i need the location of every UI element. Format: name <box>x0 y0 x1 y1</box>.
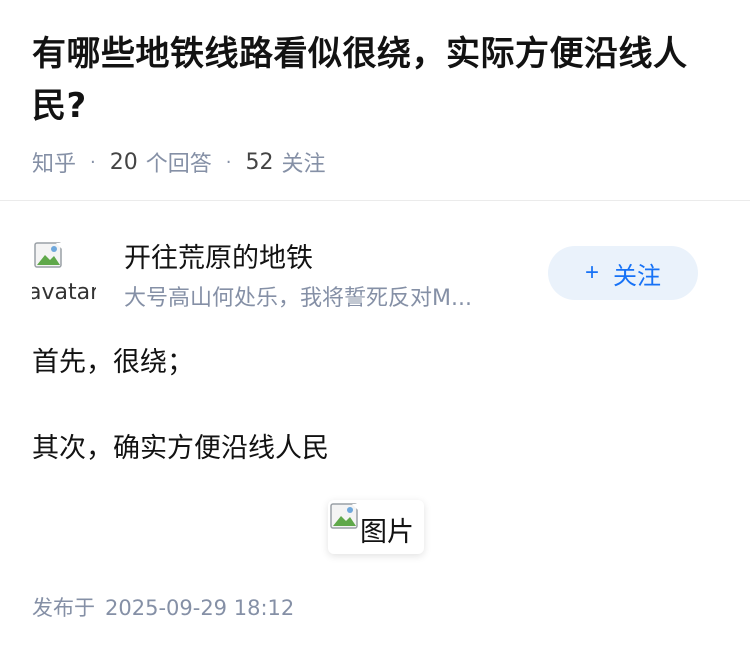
answer-image[interactable]: 图片 <box>328 500 424 554</box>
published-label: 发布于 <box>32 596 95 620</box>
meta-separator: · <box>90 151 96 173</box>
avatar[interactable]: avatar <box>32 240 96 304</box>
answer-count: 20 <box>109 149 138 175</box>
source-label: 知乎 <box>32 152 77 177</box>
follow-button[interactable]: + 关注 <box>548 246 698 300</box>
answer-count-label: 个回答 <box>145 152 212 177</box>
question-meta: 知乎 · 20 个回答 · 52 关注 <box>32 146 326 178</box>
broken-image-icon <box>34 242 63 268</box>
image-alt-text: 图片 <box>360 517 414 548</box>
follower-count-label: 关注 <box>281 152 326 177</box>
answer-paragraph: 首先，很绕； <box>32 347 194 378</box>
author-bio: 大号高山何处乐，我将誓死反对M... <box>124 286 472 311</box>
publish-info: 发布于 2025-09-29 18:12 <box>32 592 294 622</box>
follower-count: 52 <box>245 149 274 175</box>
follow-button-label: 关注 <box>613 262 661 290</box>
published-time: 2025-09-29 18:12 <box>105 596 295 620</box>
question-header: 有哪些地铁线路看似很绕，实际方便沿线人民? <box>32 28 722 132</box>
meta-separator: · <box>225 151 232 173</box>
plus-icon: + <box>584 259 599 286</box>
header-divider <box>0 200 750 201</box>
answer-paragraph: 其次，确实方便沿线人民 <box>32 433 329 464</box>
author-name[interactable]: 开往荒原的地铁 <box>124 236 313 275</box>
author-card: avatar 开往荒原的地铁 大号高山何处乐，我将誓死反对M... + 关注 <box>32 236 718 311</box>
avatar-alt-text: avatar <box>32 280 96 304</box>
broken-image-icon <box>330 503 359 529</box>
question-title[interactable]: 有哪些地铁线路看似很绕，实际方便沿线人民? <box>32 28 722 132</box>
